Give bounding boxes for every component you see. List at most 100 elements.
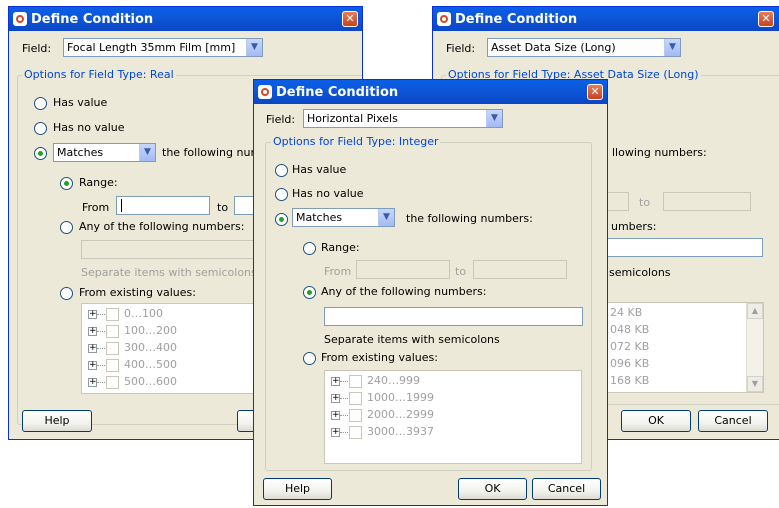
expand-icon[interactable]: + xyxy=(88,344,97,353)
any-label: Any of the following numbers: xyxy=(79,220,245,233)
from-input[interactable] xyxy=(356,260,450,279)
any-radio[interactable] xyxy=(60,221,73,234)
cancel-button[interactable]: Cancel xyxy=(532,478,601,500)
field-select[interactable]: Asset Data Size (Long) ▼ xyxy=(487,38,681,57)
expand-icon[interactable]: + xyxy=(88,378,97,387)
chevron-down-icon[interactable]: ▼ xyxy=(139,144,155,161)
close-icon[interactable]: ✕ xyxy=(758,11,774,27)
existing-values-list[interactable]: 24 KB 048 KB 072 KB 096 KB 168 KB ▲ ▼ xyxy=(596,302,764,393)
cancel-button[interactable]: Cancel xyxy=(698,410,768,432)
from-existing-radio[interactable] xyxy=(303,352,316,365)
any-input[interactable] xyxy=(81,240,281,259)
app-icon xyxy=(437,12,451,26)
range-label: Range: xyxy=(79,176,118,189)
ok-button[interactable]: OK xyxy=(621,410,691,432)
expand-icon[interactable]: + xyxy=(331,411,340,420)
any-input[interactable] xyxy=(596,238,763,257)
ok-button[interactable]: OK xyxy=(458,478,527,500)
left-titlebar[interactable]: Define Condition ✕ xyxy=(9,7,362,31)
following-numbers-label: the following numbers: xyxy=(406,212,533,225)
help-button[interactable]: Help xyxy=(22,410,92,432)
checkbox[interactable] xyxy=(106,308,119,321)
any-label: Any of the following numbers: xyxy=(321,285,487,298)
to-input[interactable] xyxy=(663,192,751,211)
field-select[interactable]: Horizontal Pixels ▼ xyxy=(303,109,503,128)
close-icon[interactable]: ✕ xyxy=(342,11,358,27)
from-existing-radio[interactable] xyxy=(60,287,73,300)
checkbox[interactable] xyxy=(106,359,119,372)
app-icon xyxy=(258,85,272,99)
from-existing-label: From existing values: xyxy=(79,286,196,299)
app-icon xyxy=(13,12,27,26)
expand-icon[interactable]: + xyxy=(88,327,97,336)
has-no-value-label: Has no value xyxy=(53,121,125,134)
chevron-down-icon[interactable]: ▼ xyxy=(246,39,262,56)
from-existing-label: From existing values: xyxy=(321,351,438,364)
range-radio[interactable] xyxy=(60,177,73,190)
list-item[interactable]: 072 KB xyxy=(610,340,649,353)
to-label: to xyxy=(455,265,467,278)
list-item[interactable]: 096 KB xyxy=(610,357,649,370)
list-item[interactable]: 168 KB xyxy=(610,374,649,387)
center-titlebar[interactable]: Define Condition ✕ xyxy=(254,80,607,104)
checkbox[interactable] xyxy=(349,375,362,388)
to-label: to xyxy=(217,201,229,214)
checkbox[interactable] xyxy=(349,426,362,439)
list-item[interactable]: 24 KB xyxy=(610,306,642,319)
matches-radio[interactable] xyxy=(34,147,47,160)
has-no-value-label: Has no value xyxy=(292,187,364,200)
checkbox[interactable] xyxy=(106,376,119,389)
options-group-title: Options for Field Type: Integer xyxy=(271,135,441,148)
field-label: Field: xyxy=(266,113,296,126)
chevron-down-icon[interactable]: ▼ xyxy=(378,209,394,226)
has-value-radio[interactable] xyxy=(275,164,288,177)
following-numbers-label: llowing numbers: xyxy=(612,146,707,159)
field-label: Field: xyxy=(446,42,476,55)
options-group-title: Options for Field Type: Real xyxy=(22,68,176,81)
right-titlebar[interactable]: Define Condition ✕ xyxy=(433,7,779,31)
text-caret xyxy=(121,199,122,212)
from-label: From xyxy=(324,265,352,278)
numbers-label: umbers: xyxy=(611,220,657,233)
vertical-scrollbar[interactable]: ▲ ▼ xyxy=(746,303,763,392)
field-label: Field: xyxy=(22,42,52,55)
has-no-value-radio[interactable] xyxy=(34,122,47,135)
scroll-up-icon[interactable]: ▲ xyxy=(747,303,763,319)
expand-icon[interactable]: + xyxy=(331,377,340,386)
list-item[interactable]: 048 KB xyxy=(610,323,649,336)
from-input[interactable] xyxy=(116,196,210,215)
chevron-down-icon[interactable]: ▼ xyxy=(486,110,502,127)
help-button[interactable]: Help xyxy=(263,478,332,500)
has-value-label: Has value xyxy=(53,96,108,109)
scroll-down-icon[interactable]: ▼ xyxy=(747,376,763,392)
separate-hint: Separate items with semicolons xyxy=(324,333,500,346)
dialog-title: Define Condition xyxy=(455,11,578,27)
checkbox[interactable] xyxy=(349,392,362,405)
checkbox[interactable] xyxy=(106,325,119,338)
matches-select[interactable]: Matches ▼ xyxy=(53,143,156,162)
to-input[interactable] xyxy=(473,260,567,279)
checkbox[interactable] xyxy=(349,409,362,422)
expand-icon[interactable]: + xyxy=(88,361,97,370)
range-radio[interactable] xyxy=(303,242,316,255)
field-select[interactable]: Focal Length 35mm Film [mm] ▼ xyxy=(63,38,263,57)
any-input[interactable] xyxy=(324,307,583,326)
to-label: to xyxy=(639,196,651,209)
any-radio[interactable] xyxy=(303,286,316,299)
chevron-down-icon[interactable]: ▼ xyxy=(664,39,680,56)
expand-icon[interactable]: + xyxy=(88,310,97,319)
existing-values-list[interactable]: + 240…999 + 1000…1999 + 2000…2999 + 3000… xyxy=(324,370,582,464)
expand-icon[interactable]: + xyxy=(331,394,340,403)
from-label: From xyxy=(82,201,110,214)
has-value-radio[interactable] xyxy=(34,97,47,110)
has-value-label: Has value xyxy=(292,163,347,176)
close-icon[interactable]: ✕ xyxy=(587,84,603,100)
center-dialog: Define Condition ✕ Field: Horizontal Pix… xyxy=(253,79,608,506)
has-no-value-radio[interactable] xyxy=(275,188,288,201)
separate-hint: Separate items with semicolons xyxy=(81,266,257,279)
checkbox[interactable] xyxy=(106,342,119,355)
matches-radio[interactable] xyxy=(275,213,288,226)
existing-values-list[interactable]: + 0…100 + 100…200 + 300…400 + 400…500 + xyxy=(81,303,281,394)
matches-select[interactable]: Matches ▼ xyxy=(292,208,395,227)
expand-icon[interactable]: + xyxy=(331,428,340,437)
